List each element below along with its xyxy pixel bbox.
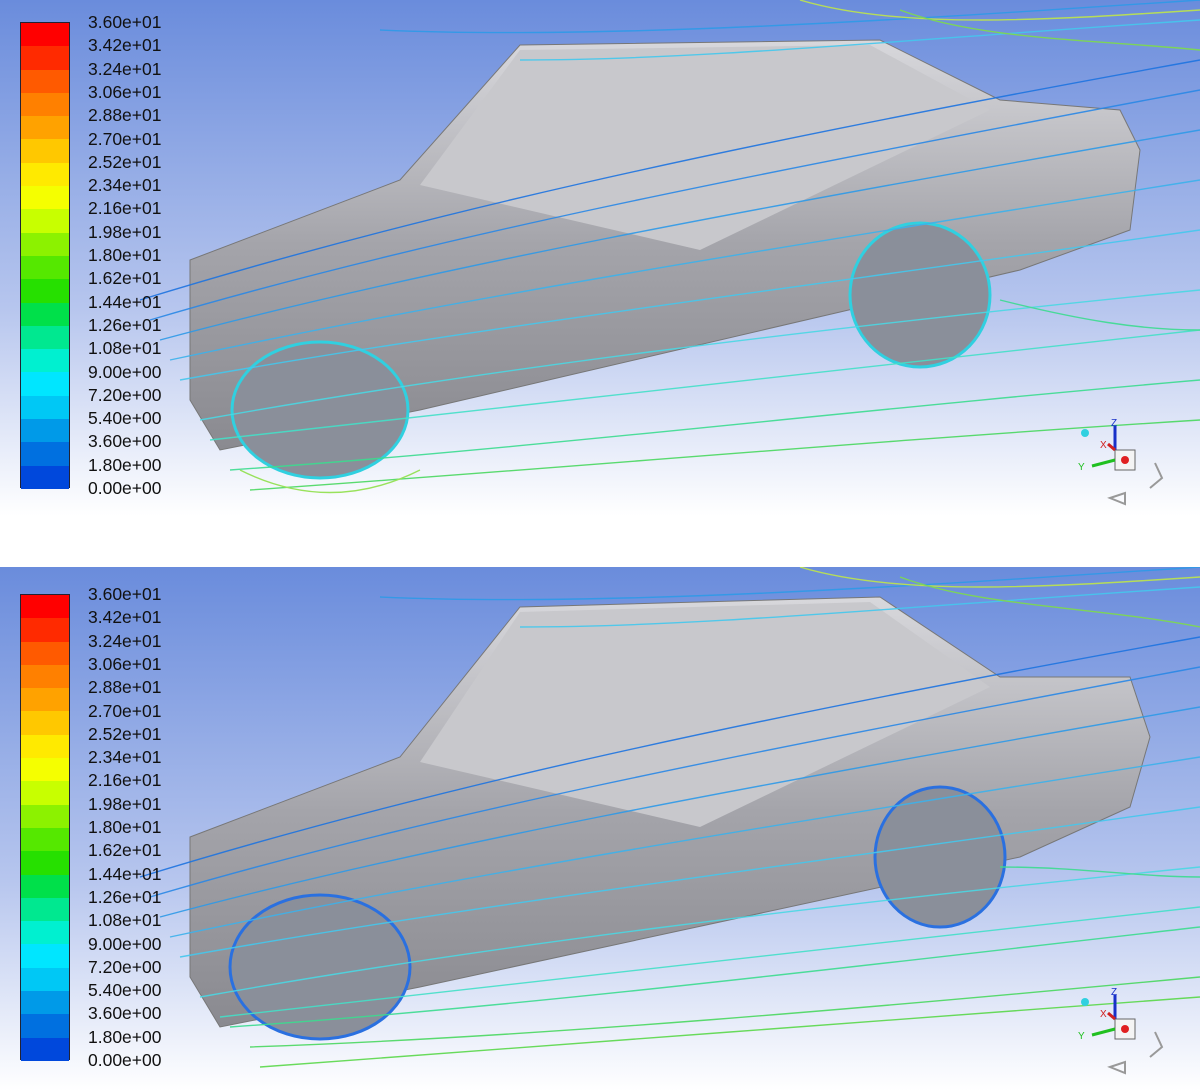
legend-label: 2.52e+01 [88,151,162,172]
legend-swatch [21,758,69,782]
legend-swatch [21,419,69,443]
legend-swatch [21,991,69,1015]
legend-color-bar [20,22,70,489]
legend-swatch [21,618,69,642]
legend-swatch [21,302,69,326]
legend-label: 2.52e+01 [88,723,162,744]
legend-swatch [21,395,69,420]
legend-swatch [21,279,69,303]
legend-swatch [21,944,69,968]
svg-text:Z: Z [1111,987,1117,998]
legend-swatch [21,897,69,922]
legend-label: 2.16e+01 [88,770,162,791]
legend-label: 1.44e+01 [88,863,162,884]
legend-swatch [21,851,69,875]
legend-label: 9.00e+00 [88,933,162,954]
rear-wheel [848,221,992,369]
legend-label: 2.34e+01 [88,175,162,196]
legend-color-bar [20,594,70,1061]
legend-swatch [21,255,69,280]
legend-swatch [21,372,69,396]
legend-swatch [21,162,69,187]
legend-swatch [21,711,69,735]
legend-swatch [21,92,69,117]
legend-label: 2.70e+01 [88,700,162,721]
legend-label: 1.80e+01 [88,817,162,837]
legend-swatch [21,116,69,140]
legend-swatch [21,688,69,712]
streamline-render-bottom [0,567,1200,1091]
legend-swatch [21,641,69,665]
streamline-render-top [0,0,1200,516]
legend-label: 0.00e+00 [88,1050,162,1070]
legend-swatch [21,442,69,466]
legend-swatch [21,186,69,210]
legend-label: 2.16e+01 [88,198,162,219]
legend-label: 9.00e+00 [88,361,162,382]
contour-view-top: Z X Y [0,0,1200,516]
legend-swatch [21,921,69,945]
legend-swatch [21,804,69,828]
legend-swatch [21,325,69,350]
legend-label: 1.80e+00 [88,454,162,475]
legend-label: 7.20e+00 [88,384,162,405]
rear-wheel [873,785,1007,929]
legend-swatch [21,349,69,373]
legend-label: 7.20e+00 [88,956,162,977]
svg-text:X: X [1100,1009,1107,1020]
legend-swatch [21,232,69,256]
legend-label: 1.44e+01 [88,291,162,312]
legend-label: 1.80e+01 [88,245,162,265]
legend-swatch [21,734,69,759]
legend-label: 1.80e+00 [88,1026,162,1047]
legend-swatch [21,664,69,689]
legend-label: 1.08e+01 [88,910,162,931]
legend-label: 3.24e+01 [88,58,162,79]
legend-swatch [21,465,69,489]
legend-swatch [21,209,69,233]
legend-swatch [21,69,69,93]
legend-swatch [21,46,69,70]
legend-label: 3.24e+01 [88,630,162,651]
legend-label: 3.06e+01 [88,81,162,102]
contour-view-bottom: Z X Y [0,567,1200,1091]
legend-label: 5.40e+00 [88,980,162,1001]
legend-label: 1.62e+01 [88,840,162,861]
legend-swatch [21,1037,69,1061]
legend-label: 1.08e+01 [88,338,162,359]
legend-label: 3.60e+01 [88,12,162,32]
legend-label: 3.60e+01 [88,584,162,604]
svg-text:Y: Y [1078,1031,1085,1042]
svg-text:Y: Y [1078,462,1085,473]
legend-label: 3.42e+01 [88,35,162,56]
svg-text:Z: Z [1111,418,1117,429]
legend-label: 1.26e+01 [88,886,162,907]
legend-label: 2.34e+01 [88,747,162,768]
legend-label: 1.98e+01 [88,221,162,242]
axis-triad-icon: Z X Y [1078,987,1164,1075]
legend-label: 2.70e+01 [88,128,162,149]
legend-label: 2.88e+01 [88,105,162,126]
legend-swatch [21,139,69,163]
legend-swatch [21,23,69,47]
legend-swatch [21,1014,69,1038]
legend-label: 5.40e+00 [88,408,162,429]
legend-label: 1.62e+01 [88,268,162,289]
axis-triad-icon: Z X Y [1078,418,1164,506]
legend-swatch [21,595,69,619]
legend-label: 1.26e+01 [88,314,162,335]
legend-swatch [21,874,69,898]
legend-label: 1.98e+01 [88,793,162,814]
legend-label: 0.00e+00 [88,478,162,498]
legend-swatch [21,827,69,852]
legend-swatch [21,967,69,992]
legend-label: 2.88e+01 [88,677,162,698]
legend-label: 3.42e+01 [88,607,162,628]
legend-label: 3.06e+01 [88,653,162,674]
svg-text:X: X [1100,440,1107,451]
legend-label: 3.60e+00 [88,1003,162,1024]
legend-swatch [21,781,69,805]
legend-label: 3.60e+00 [88,431,162,452]
